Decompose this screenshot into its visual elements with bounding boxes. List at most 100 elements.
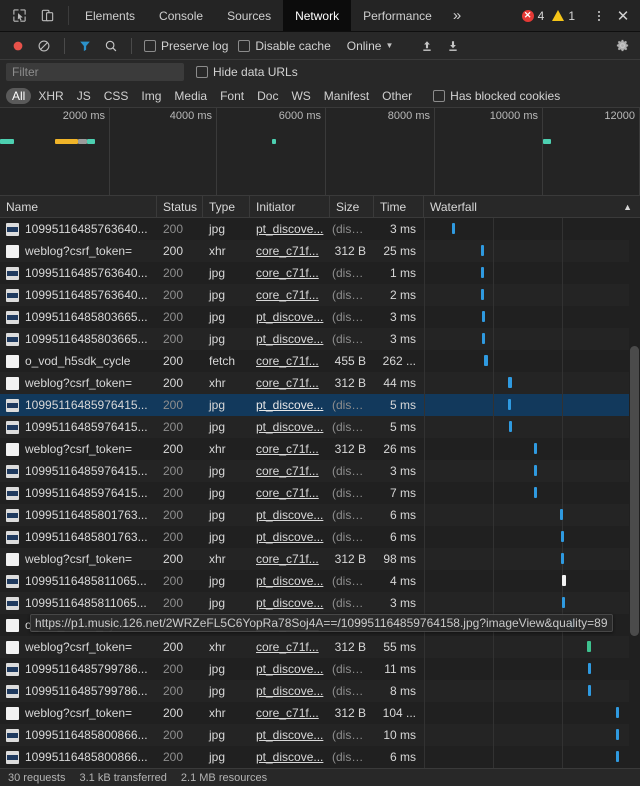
table-row[interactable]: weblog?csrf_token=200xhrcore_c71f...312 … xyxy=(0,548,640,570)
filter-type-xhr[interactable]: XHR xyxy=(32,88,69,104)
initiator-link[interactable]: pt_discove... xyxy=(256,530,323,544)
initiator-link[interactable]: pt_discove... xyxy=(256,222,323,236)
cell-initiator[interactable]: pt_discove... xyxy=(250,746,330,768)
customize-devtools-icon[interactable] xyxy=(588,3,610,29)
column-header-name[interactable]: Name xyxy=(0,196,157,218)
tab-console[interactable]: Console xyxy=(147,0,215,31)
cell-initiator[interactable]: core_c71f... xyxy=(250,482,330,504)
initiator-link[interactable]: core_c71f... xyxy=(256,442,319,456)
cell-initiator[interactable]: pt_discove... xyxy=(250,504,330,526)
tab-performance[interactable]: Performance xyxy=(351,0,444,31)
import-har-icon[interactable] xyxy=(415,34,439,58)
filter-type-ws[interactable]: WS xyxy=(285,88,316,104)
initiator-link[interactable]: pt_discove... xyxy=(256,310,323,324)
filter-type-doc[interactable]: Doc xyxy=(251,88,284,104)
initiator-link[interactable]: core_c71f... xyxy=(256,288,319,302)
table-row[interactable]: 10995116485763640...200jpgpt_discove...(… xyxy=(0,218,640,240)
vertical-scrollbar[interactable] xyxy=(629,218,640,768)
hide-data-urls-checkbox[interactable]: Hide data URLs xyxy=(192,65,302,79)
initiator-link[interactable]: core_c71f... xyxy=(256,486,319,500)
filter-type-all[interactable]: All xyxy=(6,88,31,104)
cell-initiator[interactable]: core_c71f... xyxy=(250,350,330,372)
table-row[interactable]: weblog?csrf_token=200xhrcore_c71f...312 … xyxy=(0,240,640,262)
table-row[interactable]: o_vod_h5sdk_cycle200fetchcore_c71f...455… xyxy=(0,350,640,372)
initiator-link[interactable]: core_c71f... xyxy=(256,552,319,566)
table-row[interactable]: 10995116485803665...200jpgpt_discove...(… xyxy=(0,306,640,328)
filter-type-css[interactable]: CSS xyxy=(98,88,135,104)
cell-initiator[interactable]: core_c71f... xyxy=(250,262,330,284)
filter-type-font[interactable]: Font xyxy=(214,88,250,104)
cell-initiator[interactable]: core_c71f... xyxy=(250,240,330,262)
filter-type-other[interactable]: Other xyxy=(376,88,418,104)
table-row[interactable]: 10995116485976415...200jpgcore_c71f...(d… xyxy=(0,460,640,482)
cell-initiator[interactable]: core_c71f... xyxy=(250,438,330,460)
table-row[interactable]: weblog?csrf_token=200xhrcore_c71f...312 … xyxy=(0,438,640,460)
cell-initiator[interactable]: pt_discove... xyxy=(250,306,330,328)
filter-type-manifest[interactable]: Manifest xyxy=(318,88,375,104)
table-row[interactable]: 10995116485763640...200jpgcore_c71f...(d… xyxy=(0,284,640,306)
cell-initiator[interactable]: pt_discove... xyxy=(250,592,330,614)
table-row[interactable]: 10995116485976415...200jpgpt_discove...(… xyxy=(0,394,640,416)
cell-initiator[interactable]: pt_discove... xyxy=(250,394,330,416)
cell-initiator[interactable]: core_c71f... xyxy=(250,284,330,306)
cell-initiator[interactable]: pt_discove... xyxy=(250,724,330,746)
cell-initiator[interactable]: pt_discove... xyxy=(250,570,330,592)
table-row[interactable]: 10995116485976415...200jpgpt_discove...(… xyxy=(0,416,640,438)
table-row[interactable]: 10995116485800866...200jpgpt_discove...(… xyxy=(0,746,640,768)
initiator-link[interactable]: pt_discove... xyxy=(256,662,323,676)
table-row[interactable]: weblog?csrf_token=200xhrcore_c71f...312 … xyxy=(0,702,640,724)
table-row[interactable]: 10995116485799786...200jpgpt_discove...(… xyxy=(0,680,640,702)
initiator-link[interactable]: pt_discove... xyxy=(256,332,323,346)
more-tabs-button[interactable]: » xyxy=(444,0,469,31)
initiator-link[interactable]: core_c71f... xyxy=(256,640,319,654)
cell-initiator[interactable]: pt_discove... xyxy=(250,416,330,438)
column-header-waterfall[interactable]: Waterfall ▲ xyxy=(424,196,640,218)
initiator-link[interactable]: pt_discove... xyxy=(256,750,323,764)
initiator-link[interactable]: pt_discove... xyxy=(256,596,323,610)
initiator-link[interactable]: core_c71f... xyxy=(256,354,319,368)
tab-network[interactable]: Network xyxy=(283,0,351,31)
filter-icon[interactable] xyxy=(73,34,97,58)
cell-initiator[interactable]: core_c71f... xyxy=(250,702,330,724)
error-count-badge[interactable]: ✕ 4 xyxy=(518,9,549,23)
cell-initiator[interactable]: core_c71f... xyxy=(250,460,330,482)
initiator-link[interactable]: pt_discove... xyxy=(256,420,323,434)
cell-initiator[interactable]: pt_discove... xyxy=(250,658,330,680)
initiator-link[interactable]: pt_discove... xyxy=(256,574,323,588)
table-row[interactable]: 10995116485811065...200jpgpt_discove...(… xyxy=(0,592,640,614)
gear-icon[interactable] xyxy=(610,34,634,58)
table-row[interactable]: 10995116485799786...200jpgpt_discove...(… xyxy=(0,658,640,680)
cell-initiator[interactable]: pt_discove... xyxy=(250,328,330,350)
has-blocked-cookies-checkbox[interactable]: Has blocked cookies xyxy=(429,89,564,103)
throttling-dropdown[interactable]: Online ▼ xyxy=(341,39,400,53)
table-row[interactable]: 10995116485801763...200jpgpt_discove...(… xyxy=(0,526,640,548)
initiator-link[interactable]: core_c71f... xyxy=(256,464,319,478)
table-row[interactable]: 10995116485800866...200jpgpt_discove...(… xyxy=(0,724,640,746)
filter-input[interactable] xyxy=(6,63,184,81)
export-har-icon[interactable] xyxy=(441,34,465,58)
table-row[interactable]: 10995116485801763...200jpgpt_discove...(… xyxy=(0,504,640,526)
preserve-log-checkbox[interactable]: Preserve log xyxy=(140,39,232,53)
table-row[interactable]: 10995116485976415...200jpgcore_c71f...(d… xyxy=(0,482,640,504)
column-header-status[interactable]: Status xyxy=(157,196,203,218)
initiator-link[interactable]: pt_discove... xyxy=(256,728,323,742)
cell-initiator[interactable]: pt_discove... xyxy=(250,680,330,702)
initiator-link[interactable]: core_c71f... xyxy=(256,244,319,258)
filter-type-media[interactable]: Media xyxy=(168,88,213,104)
filter-type-img[interactable]: Img xyxy=(135,88,167,104)
initiator-link[interactable]: pt_discove... xyxy=(256,508,323,522)
initiator-link[interactable]: core_c71f... xyxy=(256,706,319,720)
column-header-time[interactable]: Time xyxy=(374,196,424,218)
table-row[interactable]: weblog?csrf_token=200xhrcore_c71f...312 … xyxy=(0,372,640,394)
cell-initiator[interactable]: core_c71f... xyxy=(250,372,330,394)
table-row[interactable]: 10995116485803665...200jpgpt_discove...(… xyxy=(0,328,640,350)
initiator-link[interactable]: pt_discove... xyxy=(256,398,323,412)
cell-initiator[interactable]: core_c71f... xyxy=(250,636,330,658)
close-icon[interactable]: ✕ xyxy=(610,3,636,29)
search-icon[interactable] xyxy=(99,34,123,58)
scrollbar-thumb[interactable] xyxy=(630,346,639,636)
clear-icon[interactable] xyxy=(32,34,56,58)
warning-count-badge[interactable]: 1 xyxy=(548,9,579,23)
initiator-link[interactable]: pt_discove... xyxy=(256,684,323,698)
filter-type-js[interactable]: JS xyxy=(71,88,97,104)
